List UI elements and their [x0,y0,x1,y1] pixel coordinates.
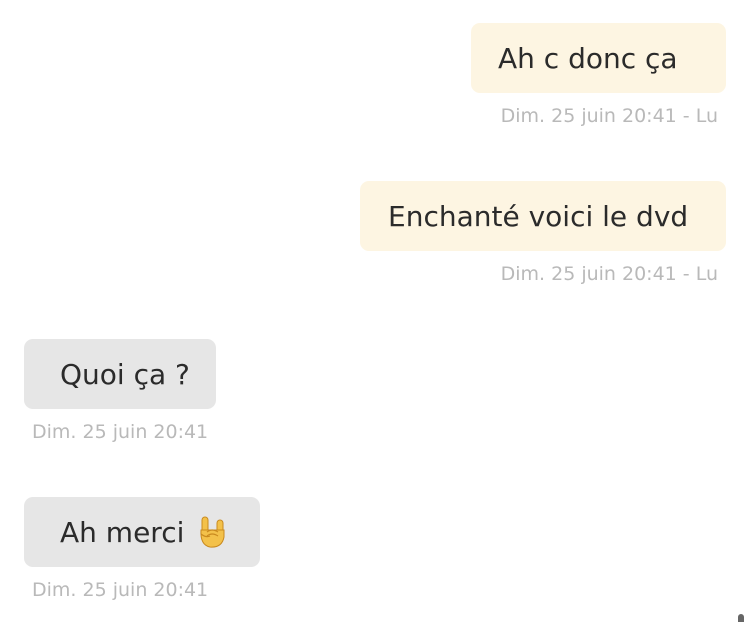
message-text: Ah c donc ça [498,41,678,75]
scroll-indicator [738,614,744,622]
sign-of-the-horns-emoji-icon [196,515,228,549]
message-bubble-sent[interactable]: Enchanté voici le dvd [360,181,726,251]
message-bubble-received[interactable]: Ah merci [24,497,260,567]
message-bubble-received[interactable]: Quoi ça ? [24,339,216,409]
chat-thread: Ah c donc ça Dim. 25 juin 20:41 - Lu Enc… [0,0,750,622]
message-meta: Dim. 25 juin 20:41 - Lu [500,263,718,285]
message-meta: Dim. 25 juin 20:41 - Lu [500,105,718,127]
message-meta: Dim. 25 juin 20:41 [32,579,209,601]
message-meta: Dim. 25 juin 20:41 [32,421,209,443]
message-text: Ah merci [60,515,185,549]
message-text: Quoi ça ? [60,357,190,391]
message-bubble-sent[interactable]: Ah c donc ça [471,23,726,93]
message-text: Enchanté voici le dvd [388,199,689,233]
